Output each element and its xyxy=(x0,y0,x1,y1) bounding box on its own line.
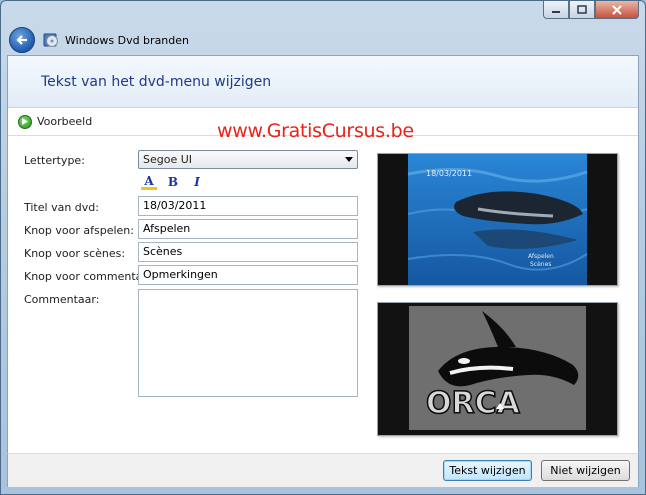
menu-preview-image: 18/03/2011 Afspelen Scènes xyxy=(378,154,617,285)
scenes-button-input[interactable]: Scènes xyxy=(138,242,358,262)
titlebar: Windows Dvd branden xyxy=(7,25,627,55)
preview-play: Afspelen xyxy=(528,253,554,260)
chevron-down-icon xyxy=(345,157,353,162)
watermark: www.GratisCursus.be xyxy=(217,120,414,142)
maximize-button[interactable] xyxy=(569,1,595,19)
caption-buttons xyxy=(543,1,639,19)
italic-button[interactable]: I xyxy=(189,174,205,190)
cancel-button[interactable]: Niet wijzigen xyxy=(541,460,630,481)
bold-button[interactable]: B xyxy=(165,174,181,190)
preview-label: Voorbeeld xyxy=(37,115,93,128)
preview-scenes: Scènes xyxy=(530,261,551,268)
font-color-button[interactable]: A xyxy=(141,174,157,190)
orca-logo: ORCA xyxy=(426,386,521,421)
menu-preview: 18/03/2011 Afspelen Scènes xyxy=(377,153,618,286)
window-title: Windows Dvd branden xyxy=(65,33,189,47)
scenes-button-label: Knop voor scènes: xyxy=(24,247,126,260)
font-select-value: Segoe UI xyxy=(143,153,193,166)
font-label: Lettertype: xyxy=(24,154,85,167)
maximize-icon xyxy=(577,5,587,14)
comment-label: Commentaar: xyxy=(24,293,100,306)
minimize-button[interactable] xyxy=(543,1,569,19)
close-icon xyxy=(612,4,622,15)
page-title: Tekst van het dvd-menu wijzigen xyxy=(41,73,272,90)
play-button-input[interactable]: Afspelen xyxy=(138,219,358,239)
play-button-label: Knop voor afspelen: xyxy=(24,224,134,237)
page-header: Tekst van het dvd-menu wijzigen xyxy=(8,56,638,108)
preview-button[interactable]: Voorbeeld xyxy=(18,114,93,129)
back-button[interactable] xyxy=(9,27,35,53)
minimize-icon xyxy=(552,10,560,13)
back-arrow-icon xyxy=(16,35,27,45)
font-select[interactable]: Segoe UI xyxy=(138,150,358,169)
scene-preview: ORCA xyxy=(377,302,618,436)
change-text-button[interactable]: Tekst wijzigen xyxy=(443,460,532,481)
dvd-maker-icon xyxy=(43,33,58,47)
comment-textarea[interactable] xyxy=(138,289,358,397)
title-input[interactable]: 18/03/2011 xyxy=(138,196,358,216)
close-button[interactable] xyxy=(595,1,639,19)
title-label: Titel van dvd: xyxy=(24,201,99,214)
format-toolbar: A B I xyxy=(141,174,205,190)
scene-preview-image: ORCA xyxy=(378,303,617,435)
notes-button-input[interactable]: Opmerkingen xyxy=(138,265,358,285)
preview-date: 18/03/2011 xyxy=(426,169,472,178)
play-icon xyxy=(18,114,32,129)
